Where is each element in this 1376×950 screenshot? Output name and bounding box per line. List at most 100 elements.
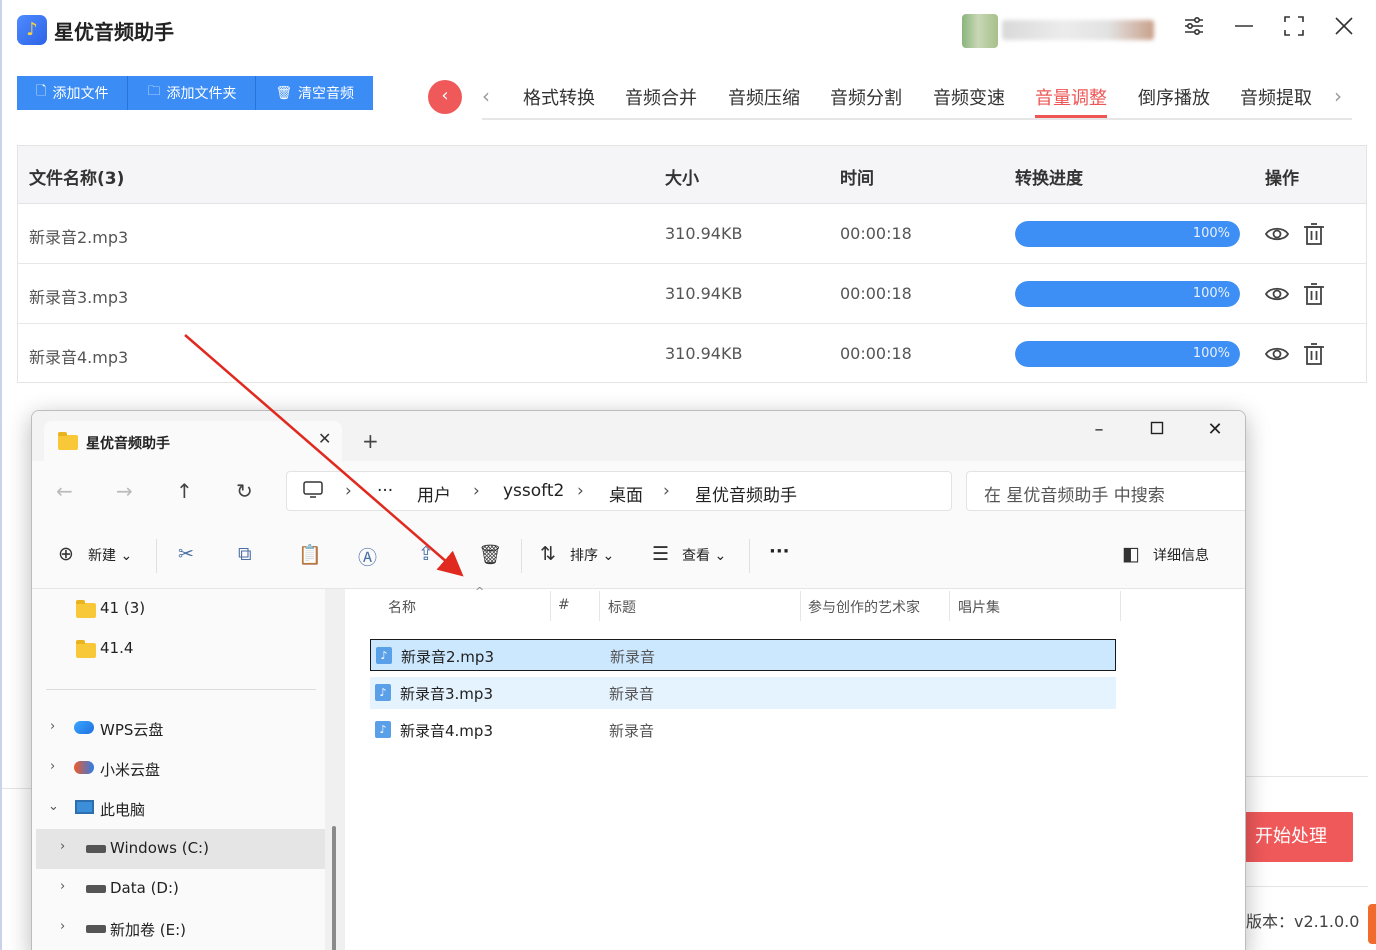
chevron-down-icon[interactable]: ⌄	[48, 799, 59, 814]
list-item[interactable]: ♪ 新录音4.mp3 新录音	[370, 714, 1116, 746]
sidebar-item-drive-e[interactable]: › 新加卷 (E:)	[32, 909, 322, 949]
folder-icon: 🗀	[147, 84, 161, 99]
view-button[interactable]: 查看 ⌄	[682, 545, 726, 565]
sidebar-item-drive-d[interactable]: › Data (D:)	[32, 869, 322, 909]
settings-sliders-icon[interactable]	[1179, 14, 1209, 46]
chevron-right-icon[interactable]: ›	[50, 719, 55, 734]
row-file-time: 00:00:18	[840, 284, 912, 303]
details-button[interactable]: 详细信息	[1153, 545, 1209, 565]
version-label: 版本：v2.1.0.0	[1246, 912, 1360, 931]
eye-icon[interactable]	[1264, 341, 1290, 367]
copy-icon[interactable]: ⧉	[238, 543, 252, 565]
breadcrumb-desktop[interactable]: 桌面	[609, 481, 643, 506]
col-header-ops: 操作	[1265, 169, 1299, 189]
drive-icon	[86, 925, 106, 933]
close-icon[interactable]	[1329, 14, 1359, 46]
forward-arrow-icon[interactable]: →	[116, 479, 133, 503]
table-row[interactable]: 新录音4.mp3 310.94KB 00:00:18 100%	[18, 324, 1366, 384]
chevron-right-icon[interactable]: ›	[60, 839, 65, 854]
corner-badge-icon[interactable]	[1368, 904, 1376, 944]
tab-volume-adjust[interactable]: 音量调整	[1035, 84, 1107, 118]
rename-icon[interactable]: Ⓐ	[358, 543, 377, 570]
start-process-button[interactable]: 开始处理	[1229, 812, 1353, 862]
col-header-title[interactable]: 标题	[608, 597, 636, 617]
add-file-button[interactable]: 🗋 添加文件	[17, 76, 129, 110]
explorer-search-input[interactable]: 在 星优音频助手 中搜索	[966, 471, 1245, 511]
refresh-icon[interactable]: ↻	[236, 479, 253, 503]
divider	[46, 689, 316, 690]
tab-audio-split[interactable]: 音频分割	[830, 84, 902, 118]
col-header-album[interactable]: 唱片集	[958, 597, 1000, 617]
tab-reverse-play[interactable]: 倒序播放	[1138, 84, 1210, 118]
avatar[interactable]	[962, 14, 998, 48]
sidebar-item-drive-c[interactable]: › Windows (C:)	[36, 829, 325, 869]
trash-icon[interactable]	[1301, 221, 1327, 247]
breadcrumb-overflow-icon[interactable]: ···	[377, 481, 393, 501]
tab-audio-speed[interactable]: 音频变速	[933, 84, 1005, 118]
file-icon: 🗋	[36, 84, 47, 99]
breadcrumb-user[interactable]: yssoft2	[503, 481, 564, 501]
monitor-icon	[303, 481, 323, 504]
eye-icon[interactable]	[1264, 221, 1290, 247]
sort-button[interactable]: 排序 ⌄	[570, 545, 614, 565]
view-label: 查看	[682, 548, 710, 564]
add-folder-label: 添加文件夹	[166, 86, 237, 102]
tab-audio-extract[interactable]: 音频提取	[1240, 84, 1312, 118]
share-icon[interactable]: ⇪	[418, 543, 434, 565]
computer-icon	[75, 800, 94, 814]
table-row[interactable]: 新录音3.mp3 310.94KB 00:00:18 100%	[18, 264, 1366, 324]
tabs-prev-icon[interactable]: ‹	[482, 84, 490, 108]
tab-audio-merge[interactable]: 音频合并	[625, 84, 697, 118]
breadcrumb-folder[interactable]: 星优音频助手	[695, 481, 797, 506]
cut-icon[interactable]: ✂	[178, 543, 194, 565]
chevron-right-icon[interactable]: ›	[60, 879, 65, 894]
tabs-next-icon[interactable]: ›	[1334, 84, 1342, 108]
sidebar-item-folder-41-4[interactable]: 41.4	[32, 629, 322, 669]
table-row[interactable]: 新录音2.mp3 310.94KB 00:00:18 100%	[18, 204, 1366, 264]
add-folder-button[interactable]: 🗀 添加文件夹	[128, 76, 257, 110]
explorer-tab-bar: 星优音频助手 ✕ + – ✕	[32, 411, 1245, 461]
trash-icon[interactable]	[1301, 281, 1327, 307]
explorer-tab[interactable]: 星优音频助手 ✕	[44, 421, 342, 461]
col-header-artist[interactable]: 参与创作的艺术家	[808, 597, 920, 617]
back-arrow-icon[interactable]: ←	[56, 479, 73, 503]
eye-icon[interactable]	[1264, 281, 1290, 307]
maximize-icon[interactable]	[1142, 419, 1172, 440]
sidebar-item-this-pc[interactable]: ⌄ 此电脑	[32, 789, 322, 829]
row-progress-bar: 100%	[1015, 341, 1240, 367]
new-button[interactable]: 新建 ⌄	[88, 545, 132, 565]
new-tab-icon[interactable]: +	[362, 429, 379, 453]
chevron-left-icon[interactable]: ‹	[428, 80, 462, 114]
sidebar-item-wps-cloud[interactable]: › WPS云盘	[32, 709, 322, 749]
minimize-icon[interactable]: –	[1084, 419, 1114, 440]
tab-close-icon[interactable]: ✕	[318, 429, 331, 448]
address-bar[interactable]: › ··· 用户 › yssoft2 › 桌面 › 星优音频助手	[286, 471, 952, 511]
col-header-number[interactable]: #	[558, 597, 570, 613]
up-arrow-icon[interactable]: ↑	[176, 479, 193, 503]
fullscreen-icon[interactable]	[1279, 14, 1309, 46]
breadcrumb-users[interactable]: 用户	[417, 481, 451, 506]
chevron-right-icon[interactable]: ›	[50, 759, 55, 774]
sidebar-item-mi-cloud[interactable]: › 小米云盘	[32, 749, 322, 789]
minimize-icon[interactable]	[1229, 14, 1259, 46]
sidebar-scrollbar[interactable]	[332, 826, 336, 950]
audio-file-icon: ♪	[376, 647, 392, 664]
explorer-sidebar: 41 (3) 41.4 › WPS云盘 › 小米云盘 ⌄ 此电脑 › Windo…	[32, 589, 344, 950]
tab-format-convert[interactable]: 格式转换	[523, 84, 595, 118]
clear-audio-button[interactable]: 🗑 清空音频	[256, 76, 373, 110]
row-progress-bar: 100%	[1015, 281, 1240, 307]
file-toolbar: 🗋 添加文件 🗀 添加文件夹 🗑 清空音频	[17, 76, 373, 110]
file-name: 新录音3.mp3	[400, 685, 493, 703]
paste-icon[interactable]: 📋	[298, 543, 322, 566]
sidebar-item-label: Windows (C:)	[110, 839, 209, 857]
list-item[interactable]: ♪ 新录音2.mp3 新录音	[370, 639, 1116, 671]
more-options-icon[interactable]: ···	[769, 541, 790, 562]
chevron-right-icon[interactable]: ›	[60, 919, 65, 934]
tab-audio-compress[interactable]: 音频压缩	[728, 84, 800, 118]
delete-icon[interactable]: 🗑	[478, 543, 502, 566]
trash-icon[interactable]	[1301, 341, 1327, 367]
list-item[interactable]: ♪ 新录音3.mp3 新录音	[370, 677, 1116, 709]
close-icon[interactable]: ✕	[1200, 419, 1230, 440]
col-header-name[interactable]: 名称	[388, 597, 416, 617]
sidebar-item-folder-41-3[interactable]: 41 (3)	[32, 589, 322, 629]
